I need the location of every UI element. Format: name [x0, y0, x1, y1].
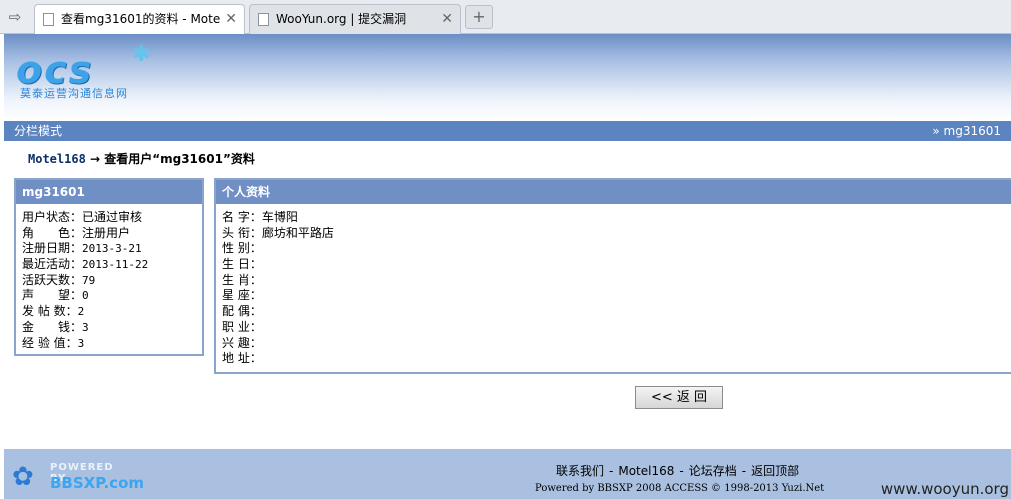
- field-label: 用户状态：: [22, 210, 83, 224]
- forum-header: ocs ✱ 莫泰运营沟通信息网: [4, 34, 1011, 121]
- contact-link[interactable]: 联系我们: [556, 464, 604, 478]
- list-item: 最近活动：2013-11-22: [22, 257, 196, 273]
- field-label: 地 址：: [222, 351, 262, 366]
- field-value: 已通过审核: [82, 210, 143, 224]
- copyright: Powered by BBSXP 2008 ACCESS © 1998-2013…: [535, 483, 825, 494]
- field-value: 79: [82, 273, 96, 287]
- current-user-link[interactable]: » mg31601: [932, 121, 1001, 141]
- archive-link[interactable]: 论坛存档: [689, 464, 737, 478]
- close-icon[interactable]: ✕: [441, 5, 453, 33]
- list-item: 用户状态：已通过审核: [22, 210, 196, 226]
- panel-title: 个人资料: [216, 180, 1011, 204]
- profile-panel: 个人资料 名 字：车博阳头 衔：廊坊和平路店性 别：生 日：生 肖：星 座：配 …: [214, 178, 1011, 374]
- list-item: 兴 趣：: [222, 336, 1006, 352]
- field-label: 生 日：: [222, 257, 262, 272]
- field-label: 性 别：: [222, 241, 262, 256]
- field-label: 经 验 值：: [22, 335, 78, 350]
- field-value: 0: [82, 289, 89, 303]
- field-value: 车博阳: [261, 210, 298, 224]
- footer: ✿ POWERED BY BBSXP.com 联系我们 - Motel168- 论坛存…: [4, 449, 1011, 499]
- user-summary-list: 用户状态：已通过审核角 色：注册用户 注册日期：2013-3-21 最近活动：201…: [16, 204, 202, 351]
- bbsxp-brand: BBSXP.com: [50, 474, 144, 492]
- home-link[interactable]: Motel168: [618, 464, 674, 478]
- sidebar-toggle-icon[interactable]: ⇨: [4, 6, 26, 28]
- field-value: 2013-3-21: [82, 242, 142, 256]
- field-value: 2: [77, 305, 85, 319]
- field-label: 注册日期：: [22, 241, 83, 256]
- field-label: 生 肖：: [222, 272, 262, 287]
- list-item: 声 望：0: [22, 288, 196, 304]
- breadcrumb-home-link[interactable]: Motel168: [28, 152, 86, 166]
- list-item: 性 别：: [222, 241, 1006, 257]
- separator: -: [609, 464, 614, 478]
- back-to-top-link[interactable]: 返回顶部: [751, 464, 799, 478]
- field-label: 角 色：: [22, 225, 83, 240]
- page-icon: [43, 13, 54, 26]
- field-label: 头 衔：: [222, 225, 262, 240]
- watermark: www.wooyun.org: [880, 480, 1009, 498]
- list-item: 星 座：: [222, 288, 1006, 304]
- field-label: 活跃天数：: [22, 272, 83, 287]
- new-tab-button[interactable]: +: [465, 5, 493, 29]
- back-button[interactable]: << 返 回: [635, 386, 723, 409]
- browser-tab-bar: ⇨ 查看mg31601的资料 - Motel16 ✕ WooYun.org | …: [0, 0, 1011, 35]
- list-item: 生 肖：: [222, 273, 1006, 289]
- separator: -: [679, 464, 684, 478]
- field-value: 廊坊和平路店: [261, 225, 334, 240]
- bbsxp-flower-icon: ✿: [12, 462, 34, 492]
- tab-profile[interactable]: 查看mg31601的资料 - Motel16 ✕: [34, 4, 245, 35]
- list-item: 头 衔：廊坊和平路店: [222, 226, 1006, 242]
- list-item: 地 址：: [222, 351, 1006, 367]
- logo-subtitle: 莫泰运营沟通信息网: [20, 87, 128, 100]
- list-item: 配 偶：: [222, 304, 1006, 320]
- tab-title: 查看mg31601的资料 - Motel16: [61, 12, 221, 26]
- list-item: 注册日期：2013-3-21: [22, 241, 196, 257]
- field-label: 名 字：: [222, 210, 262, 224]
- field-label: 发 帖 数：: [22, 304, 78, 319]
- field-value: 2013-11-22: [82, 258, 149, 272]
- list-item: 名 字：车博阳: [222, 210, 1006, 226]
- breadcrumb-current: 查看用户“mg31601”资料: [104, 152, 255, 166]
- view-mode-link[interactable]: 分栏模式: [14, 121, 62, 141]
- profile-list: 名 字：车博阳头 衔：廊坊和平路店性 别：生 日：生 肖：星 座：配 偶：职 业…: [216, 204, 1011, 367]
- footer-links: 联系我们 - Motel168- 论坛存档 - 返回顶部: [556, 462, 799, 479]
- mode-bar: 分栏模式 » mg31601: [4, 121, 1011, 141]
- list-item: 角 色：注册用户: [22, 226, 196, 242]
- tab-wooyun[interactable]: WooYun.org | 提交漏洞 ✕: [249, 4, 461, 34]
- panel-title: mg31601: [16, 180, 202, 204]
- tab-title: WooYun.org | 提交漏洞: [276, 12, 407, 26]
- field-label: 职 业：: [222, 319, 262, 334]
- field-value: 注册用户: [82, 225, 131, 240]
- page-icon: [258, 13, 269, 26]
- separator: -: [741, 464, 747, 478]
- field-label: 金 钱：: [22, 319, 83, 334]
- breadcrumb-arrow: →: [85, 152, 105, 166]
- breadcrumb: Motel168 → 查看用户“mg31601”资料: [28, 150, 255, 167]
- field-value: 3: [82, 320, 89, 334]
- list-item: 活跃天数：79: [22, 273, 196, 289]
- field-label: 星 座：: [222, 288, 262, 303]
- field-label: 配 偶：: [222, 304, 262, 319]
- user-summary-panel: mg31601 用户状态：已通过审核角 色：注册用户 注册日期：2013-3-21…: [14, 178, 204, 356]
- field-label: 兴 趣：: [222, 335, 262, 350]
- list-item: 金 钱：3: [22, 320, 196, 336]
- list-item: 发 帖 数：2: [22, 304, 196, 320]
- field-label: 声 望：: [22, 288, 83, 303]
- field-value: 3: [77, 336, 85, 350]
- list-item: 职 业：: [222, 320, 1006, 336]
- close-icon[interactable]: ✕: [225, 5, 237, 33]
- sparkle-icon: ✱: [132, 42, 151, 67]
- field-label: 最近活动：: [22, 257, 83, 272]
- list-item: 经 验 值：3: [22, 336, 196, 352]
- list-item: 生 日：: [222, 257, 1006, 273]
